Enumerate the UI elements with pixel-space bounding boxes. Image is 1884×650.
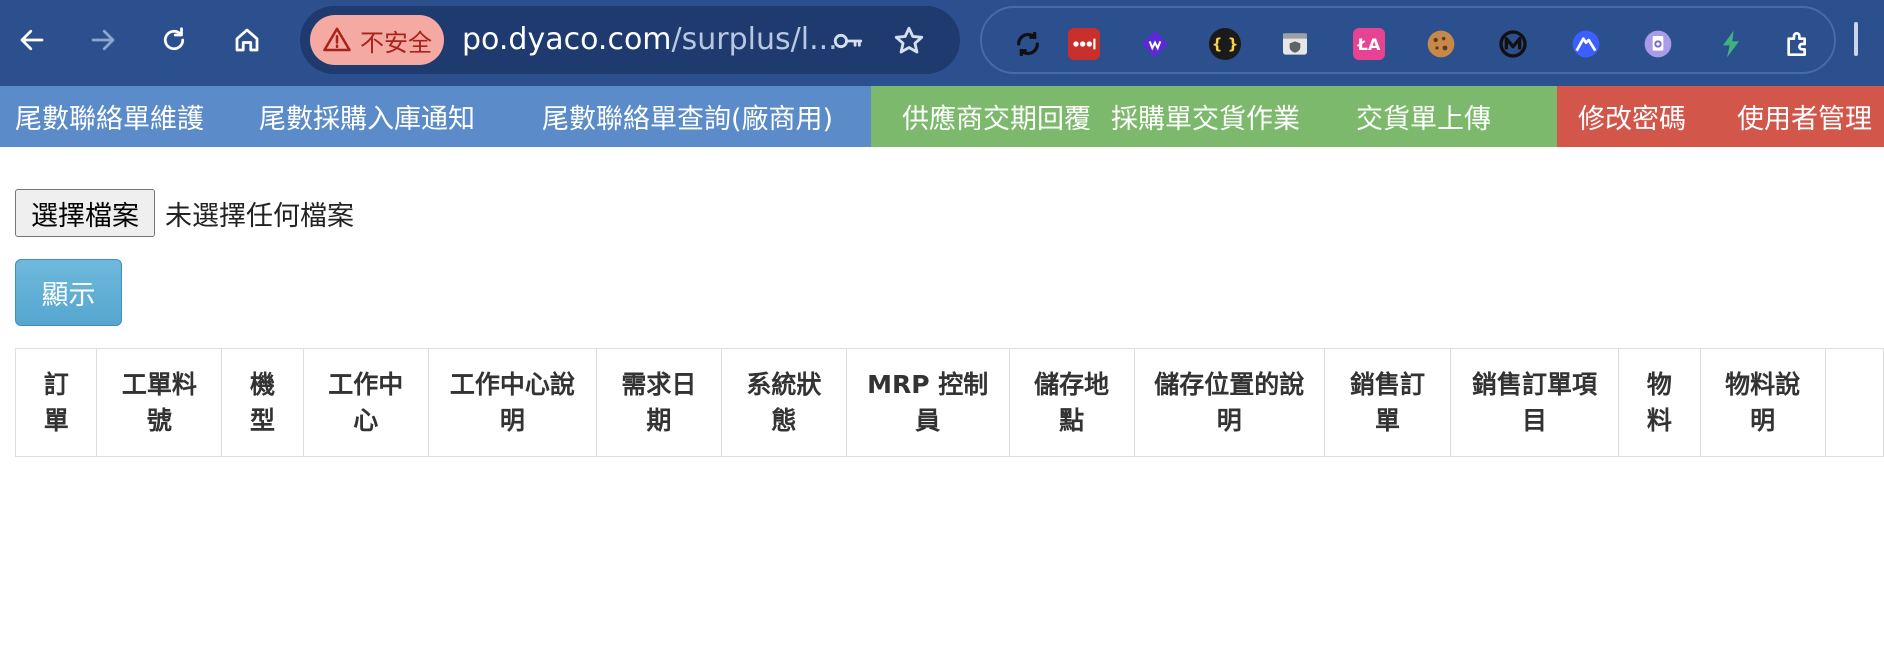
data-table: 訂單工單料號機型工作中心工作中心說明需求日期系統狀態 MRP 控制員儲存地點儲存位… xyxy=(14,348,1884,457)
column-header-line: 目 xyxy=(1522,405,1548,435)
column-header[interactable]: 儲存位置的說明 xyxy=(1133,348,1326,457)
column-header[interactable]: 工單料號 xyxy=(96,348,223,457)
column-header-line: MRP 控制 xyxy=(867,369,989,399)
column-header-line: 期 xyxy=(646,405,672,435)
column-header-line: 系統狀 xyxy=(746,369,822,399)
column-header[interactable]: 物料說明 xyxy=(1699,348,1826,457)
column-header[interactable]: 銷售訂單項目 xyxy=(1449,348,1620,457)
column-header[interactable]: 物料 xyxy=(1618,348,1701,457)
column-header-line: 明 xyxy=(1216,405,1242,435)
column-header-line: 員 xyxy=(915,405,941,435)
column-header-line: 明 xyxy=(499,405,525,435)
column-header-line: 儲存位置的說 xyxy=(1154,369,1305,399)
column-header[interactable]: MRP 控制員 xyxy=(845,348,1010,457)
column-header-line: 工單料 xyxy=(121,369,197,399)
column-header-line: 銷售訂單項 xyxy=(1472,369,1598,399)
column-header[interactable]: 銷售訂單 xyxy=(1324,348,1451,457)
column-header[interactable]: 工作中心說明 xyxy=(427,348,597,457)
column-header-line: 訂 xyxy=(43,369,69,399)
column-header-line: 工作中 xyxy=(328,369,404,399)
column-header-overflow xyxy=(1824,348,1884,457)
column-header-line: 工作中心說 xyxy=(449,369,575,399)
column-header-line: 型 xyxy=(250,405,276,435)
column-header-line: 號 xyxy=(146,405,172,435)
column-header-line: 需求日 xyxy=(621,369,697,399)
column-header-line: 單 xyxy=(1374,405,1400,435)
table-header-row: 訂單工單料號機型工作中心工作中心說明需求日期系統狀態 MRP 控制員儲存地點儲存位… xyxy=(14,348,1884,457)
table-viewport: 訂單工單料號機型工作中心工作中心說明需求日期系統狀態 MRP 控制員儲存地點儲存位… xyxy=(0,0,1884,650)
column-header-line: 態 xyxy=(771,405,797,435)
column-header[interactable]: 工作中心 xyxy=(302,348,429,457)
column-header[interactable]: 訂單 xyxy=(14,348,98,457)
column-header-line: 單 xyxy=(43,405,69,435)
column-header[interactable]: 儲存地點 xyxy=(1008,348,1135,457)
column-header-line: 物 xyxy=(1646,369,1672,399)
column-header[interactable]: 機型 xyxy=(221,348,304,457)
column-header-line: 儲存地 xyxy=(1034,369,1110,399)
column-header-line: 物料說 xyxy=(1725,369,1801,399)
column-header-line: 點 xyxy=(1059,405,1085,435)
column-header-line: 明 xyxy=(1750,405,1776,435)
column-header[interactable]: 需求日期 xyxy=(595,348,722,457)
column-header[interactable]: 系統狀態 xyxy=(720,348,847,457)
column-header-line: 料 xyxy=(1646,405,1672,435)
column-header-line: 機 xyxy=(250,369,276,399)
column-header-line: 銷售訂 xyxy=(1349,369,1425,399)
column-header-line: 心 xyxy=(353,405,379,435)
